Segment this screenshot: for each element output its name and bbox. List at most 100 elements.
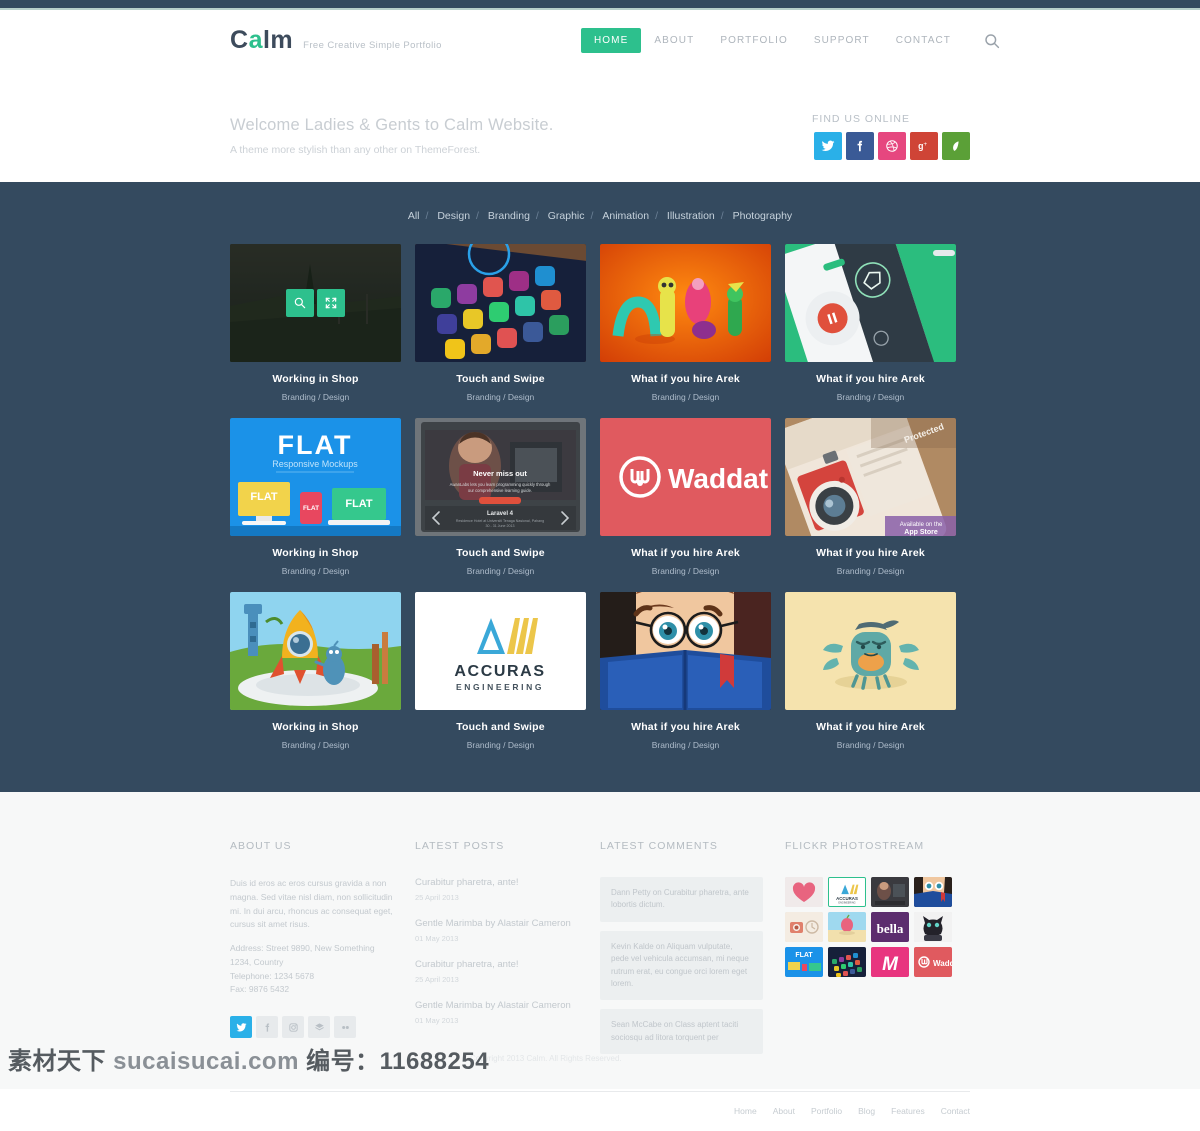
portfolio-item[interactable]: What if you hire Arek Branding / Design: [785, 592, 956, 750]
svg-text:g: g: [918, 141, 923, 151]
post-item[interactable]: Curabitur pharetra, ante! 25 April 2013: [415, 877, 578, 902]
comment-item[interactable]: Sean McCabe on Class aptent taciti socio…: [600, 1009, 763, 1055]
portfolio-item[interactable]: What if you hire Arek Branding / Design: [600, 592, 771, 750]
portfolio-item[interactable]: ACCURAS ENGINEERING Touch and Swipe Bran…: [415, 592, 586, 750]
portfolio-thumb-rocket[interactable]: [230, 592, 401, 710]
flickr-thumb-bella[interactable]: bella: [871, 912, 909, 942]
flickr-thumb-video[interactable]: [871, 877, 909, 907]
comment-item[interactable]: Dann Petty on Curabitur pharetra, ante l…: [600, 877, 763, 922]
portfolio-thumb-flat-mockups[interactable]: FLAT Responsive Mockups FLAT FLAT FLAT: [230, 418, 401, 536]
flickr-thumb-m-logo[interactable]: M: [871, 947, 909, 977]
portfolio-item[interactable]: Never miss out AwanLabs lets you learn p…: [415, 418, 586, 576]
nav-item-home[interactable]: HOME: [580, 28, 642, 53]
nav-item-support[interactable]: SUPPORT: [801, 28, 883, 53]
post-title[interactable]: Curabitur pharetra, ante!: [415, 877, 578, 888]
dribbble-icon[interactable]: [878, 132, 906, 160]
portfolio-item[interactable]: Protected Available on the App Store Wha…: [785, 418, 956, 576]
post-item[interactable]: Gentle Marimba by Alastair Cameron 01 Ma…: [415, 918, 578, 943]
nav-item-contact[interactable]: CONTACT: [883, 28, 964, 53]
svg-text:Wadd: Wadd: [933, 959, 952, 968]
flickr-thumb-flat[interactable]: FLAT: [785, 947, 823, 977]
footer-posts: LATEST POSTS Curabitur pharetra, ante! 2…: [415, 840, 600, 1063]
portfolio-thumb-phone-apps[interactable]: [415, 244, 586, 362]
portfolio-thumb-vineyard[interactable]: [230, 244, 401, 362]
footer-nav-home[interactable]: Home: [734, 1106, 757, 1116]
flickr-thumb-camera-flat[interactable]: [785, 912, 823, 942]
filter-photography[interactable]: Photography: [728, 210, 798, 222]
watermark-num-label: 编号：: [306, 1048, 380, 1075]
filter-graphic[interactable]: Graphic: [543, 210, 590, 222]
svg-text:our comprehensive learning gui: our comprehensive learning guide.: [468, 488, 532, 493]
filter-design[interactable]: Design: [432, 210, 475, 222]
dribbble-icon[interactable]: [308, 1016, 330, 1039]
logo[interactable]: Calm Free Creative Simple Portfolio: [230, 26, 442, 55]
portfolio-grid: Working in Shop Branding / Design Touch …: [230, 244, 970, 750]
portfolio-thumb-camera-app[interactable]: Protected Available on the App Store: [785, 418, 956, 536]
post-title[interactable]: Gentle Marimba by Alastair Cameron: [415, 1000, 578, 1011]
comment-item[interactable]: Kevin Kalde on Aliquam vulputate, pede v…: [600, 930, 763, 1001]
logo-tagline: Free Creative Simple Portfolio: [303, 40, 442, 51]
footer-nav-portfolio[interactable]: Portfolio: [811, 1106, 842, 1116]
footer-social-list: [230, 1016, 393, 1039]
filter-animation[interactable]: Animation: [597, 210, 654, 222]
footer-nav-blog[interactable]: Blog: [858, 1106, 875, 1116]
filter-all[interactable]: All: [403, 210, 425, 222]
portfolio-item-category: Branding / Design: [281, 740, 350, 750]
portfolio-item[interactable]: What if you hire Arek Branding / Design: [785, 244, 956, 402]
footer-nav-contact[interactable]: Contact: [941, 1106, 970, 1116]
find-us-label: FIND US ONLINE: [812, 113, 911, 125]
flickr-thumb-phone-apps[interactable]: [828, 947, 866, 977]
portfolio-thumb-orange-toys[interactable]: [600, 244, 771, 362]
search-icon[interactable]: [286, 289, 314, 317]
flickr-thumb-waddat[interactable]: Wadd: [914, 947, 952, 977]
portfolio-thumb-waddat[interactable]: Waddat: [600, 418, 771, 536]
filter-illustration[interactable]: Illustration: [662, 210, 720, 222]
post-item[interactable]: Gentle Marimba by Alastair Cameron 01 Ma…: [415, 1000, 578, 1025]
portfolio-item[interactable]: Working in Shop Branding / Design: [230, 244, 401, 402]
portfolio-item[interactable]: What if you hire Arek Branding / Design: [600, 244, 771, 402]
portfolio-hover-overlay[interactable]: [230, 244, 401, 362]
post-title[interactable]: Gentle Marimba by Alastair Cameron: [415, 918, 578, 929]
flickr-thumb-accuras[interactable]: ACCURAS ENGINEERING: [828, 877, 866, 907]
footer-nav-about[interactable]: About: [773, 1106, 795, 1116]
twitter-icon[interactable]: [230, 1016, 252, 1039]
portfolio-thumb-accuras[interactable]: ACCURAS ENGINEERING: [415, 592, 586, 710]
flickr-icon[interactable]: [334, 1016, 356, 1039]
logo-text: Calm: [230, 26, 293, 55]
envato-icon[interactable]: [942, 132, 970, 160]
post-item[interactable]: Curabitur pharetra, ante! 25 April 2013: [415, 959, 578, 984]
svg-text:Laravel 4: Laravel 4: [487, 511, 514, 517]
comment-text: Kevin Kalde on Aliquam vulputate, pede v…: [611, 941, 749, 988]
facebook-icon[interactable]: [256, 1016, 278, 1039]
flickr-thumb-beach[interactable]: [828, 912, 866, 942]
flickr-thumb-cat[interactable]: [914, 912, 952, 942]
comment-text: Dann Petty on Curabitur pharetra, ante l…: [611, 888, 749, 910]
portfolio-item-category: Branding / Design: [281, 566, 350, 576]
instagram-icon[interactable]: [282, 1016, 304, 1039]
flickr-thumb-reader[interactable]: [914, 877, 952, 907]
footer-nav-features[interactable]: Features: [891, 1106, 925, 1116]
portfolio-thumb-green-phone[interactable]: [785, 244, 956, 362]
hero-subtitle: A theme more stylish than any other on T…: [230, 144, 481, 156]
portfolio-item[interactable]: FLAT Responsive Mockups FLAT FLAT FLAT W…: [230, 418, 401, 576]
facebook-icon[interactable]: [846, 132, 874, 160]
portfolio-thumb-video-slider[interactable]: Never miss out AwanLabs lets you learn p…: [415, 418, 586, 536]
svg-text:FLAT: FLAT: [250, 491, 278, 503]
filter-branding[interactable]: Branding: [483, 210, 535, 222]
expand-icon[interactable]: [317, 289, 345, 317]
portfolio-thumb-crab[interactable]: [785, 592, 956, 710]
nav-item-about[interactable]: ABOUT: [641, 28, 707, 53]
portfolio-item[interactable]: Touch and Swipe Branding / Design: [415, 244, 586, 402]
hero-social-list: g +: [814, 132, 970, 160]
nav-item-portfolio[interactable]: PORTFOLIO: [707, 28, 801, 53]
flickr-thumb-heart[interactable]: [785, 877, 823, 907]
filter-sep: /: [535, 210, 539, 222]
twitter-icon[interactable]: [814, 132, 842, 160]
portfolio-item[interactable]: Working in Shop Branding / Design: [230, 592, 401, 750]
portfolio-thumb-reader[interactable]: [600, 592, 771, 710]
portfolio-item-title: What if you hire Arek: [816, 547, 925, 559]
googleplus-icon[interactable]: g +: [910, 132, 938, 160]
search-icon[interactable]: [984, 33, 1000, 49]
post-title[interactable]: Curabitur pharetra, ante!: [415, 959, 578, 970]
portfolio-item[interactable]: Waddat What if you hire Arek Branding / …: [600, 418, 771, 576]
